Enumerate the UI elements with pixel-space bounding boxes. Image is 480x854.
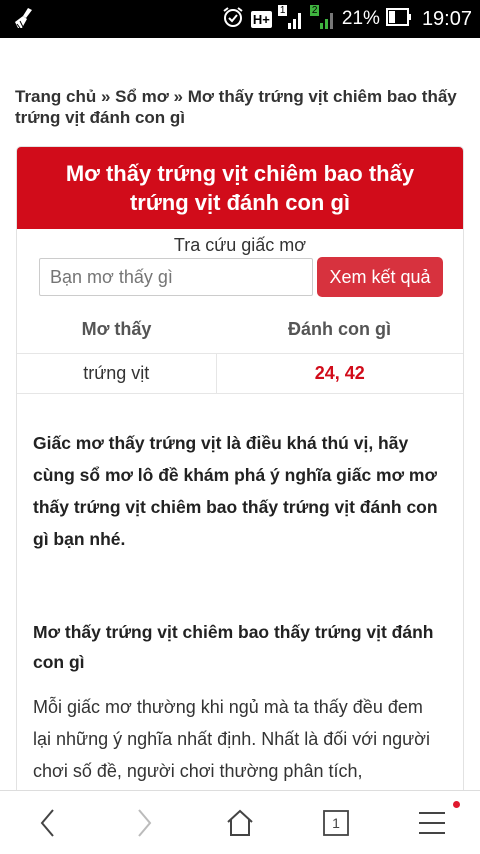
dream-cell: trứng vịt: [17, 352, 217, 394]
body-paragraph: Mỗi giấc mơ thường khi ngủ mà ta thấy đề…: [33, 697, 430, 781]
article-subheading: Mơ thấy trứng vịt chiêm bao thấy trứng v…: [33, 622, 434, 672]
breadcrumb-home[interactable]: Trang chủ: [15, 87, 96, 106]
breadcrumb-section[interactable]: Sổ mơ: [115, 87, 169, 106]
dream-card: Mơ thấy trứng vịt chiêm bao thấy trứng v…: [16, 146, 464, 854]
battery-percent: 21%: [341, 8, 380, 29]
search-input[interactable]: [39, 258, 313, 296]
breadcrumb: Trang chủ » Sổ mơ » Mơ thấy trứng vịt ch…: [15, 86, 465, 128]
breadcrumb-separator: »: [168, 87, 188, 106]
network-type: H+: [250, 10, 272, 28]
clock: 19:07: [421, 7, 472, 30]
browser-bottom-bar: 1: [0, 790, 480, 854]
numbers-cell: 24, 42: [216, 352, 463, 394]
forward-icon[interactable]: [124, 805, 164, 841]
tab-count: 1: [332, 815, 340, 831]
intro-paragraph: Giấc mơ thấy trứng vịt là điều khá thú v…: [33, 433, 438, 549]
signal-sim1-icon: 1: [277, 5, 304, 31]
battery-icon: [385, 6, 412, 33]
column-header-dream: Mơ thấy: [81, 319, 152, 340]
table-row: trứng vịt 24, 42: [17, 352, 463, 394]
status-bar: H+ 1 2 21% 19:07: [0, 0, 480, 38]
search-label: Tra cứu giấc mơ: [173, 235, 307, 255]
card-title: Mơ thấy trứng vịt chiêm bao thấy trứng v…: [17, 147, 463, 229]
column-header-numbers: Đánh con gì: [288, 319, 391, 340]
article-content: Giấc mơ thấy trứng vịt là điều khá thú v…: [33, 427, 445, 787]
menu-icon[interactable]: [412, 805, 452, 841]
broom-icon: [12, 6, 36, 37]
result-table: Mơ thấy Đánh con gì trứng vịt 24, 42: [17, 307, 463, 394]
search-button[interactable]: Xem kết quả: [317, 257, 443, 297]
tabs-icon[interactable]: 1: [316, 805, 356, 841]
breadcrumb-separator: »: [96, 87, 116, 106]
notification-dot: [453, 801, 460, 808]
home-icon[interactable]: [220, 805, 260, 841]
search-row: Xem kết quả: [17, 256, 463, 302]
signal-sim2-icon: 2: [309, 5, 336, 31]
alarm-icon: [221, 5, 245, 34]
back-icon[interactable]: [28, 805, 68, 841]
